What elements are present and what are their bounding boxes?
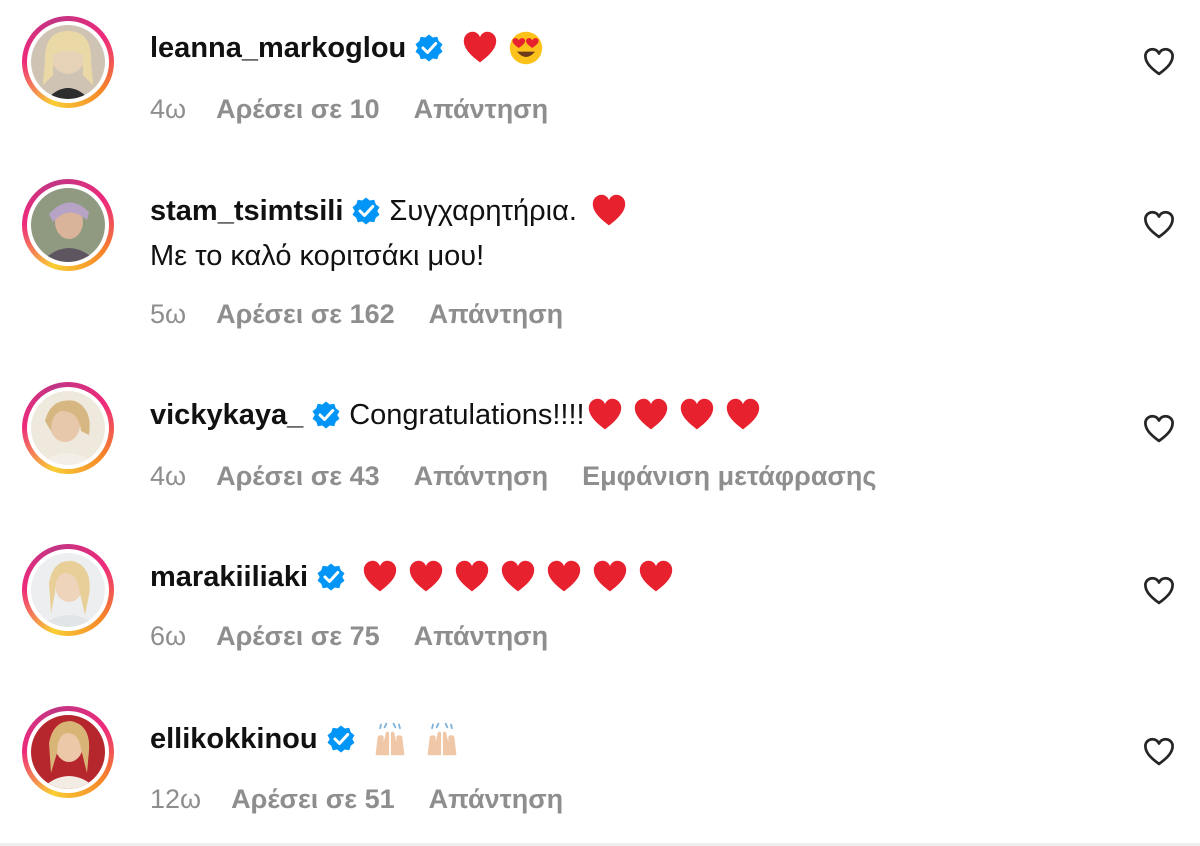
verified-badge-icon bbox=[312, 401, 340, 429]
verified-badge-icon bbox=[327, 725, 355, 753]
username[interactable]: vickykaya_ bbox=[150, 397, 303, 433]
red-heart-icon bbox=[547, 560, 581, 592]
heart-outline-icon[interactable] bbox=[1142, 412, 1176, 446]
comment-text-line-2: Με το καλό κοριτσάκι μου! bbox=[150, 240, 485, 272]
avatar-photo bbox=[31, 25, 105, 99]
avatar[interactable] bbox=[22, 382, 114, 474]
likes-count-link[interactable]: Αρέσει σε 10 bbox=[216, 94, 380, 125]
username[interactable]: stam_tsimtsili bbox=[150, 193, 343, 229]
red-heart-icon bbox=[639, 560, 673, 592]
verified-badge-icon bbox=[415, 34, 443, 62]
username[interactable]: ellikokkinou bbox=[150, 721, 318, 757]
reply-button[interactable]: Απάντηση bbox=[429, 784, 564, 815]
red-heart-icon bbox=[726, 398, 759, 430]
reply-button[interactable]: Απάντηση bbox=[414, 461, 549, 492]
comment-timestamp: 4ω bbox=[150, 94, 187, 124]
comment-timestamp: 4ω bbox=[150, 461, 187, 491]
reply-button[interactable]: Απάντηση bbox=[414, 621, 549, 652]
verified-badge-icon bbox=[317, 563, 345, 591]
avatar[interactable] bbox=[22, 16, 114, 108]
red-heart-icon bbox=[455, 560, 489, 592]
red-heart-icon bbox=[592, 194, 626, 226]
reply-button[interactable]: Απάντηση bbox=[414, 94, 549, 125]
heart-outline-icon[interactable] bbox=[1142, 735, 1176, 769]
comment-text: Συγχαρητήρια. bbox=[389, 195, 577, 227]
red-heart-icon bbox=[588, 398, 621, 430]
likes-count-link[interactable]: Αρέσει σε 162 bbox=[216, 299, 395, 330]
comment-timestamp: 12ω bbox=[150, 784, 202, 814]
likes-count-link[interactable]: Αρέσει σε 75 bbox=[216, 621, 380, 652]
avatar-photo bbox=[31, 188, 105, 262]
red-heart-icon bbox=[593, 560, 627, 592]
comment-timestamp: 6ω bbox=[150, 621, 187, 651]
heart-outline-icon[interactable] bbox=[1142, 574, 1176, 608]
likes-count-link[interactable]: Αρέσει σε 43 bbox=[216, 461, 380, 492]
avatar-photo bbox=[31, 391, 105, 465]
red-heart-icon bbox=[680, 398, 713, 430]
avatar-photo bbox=[31, 715, 105, 789]
raising-hands-icon bbox=[427, 722, 457, 756]
avatar-photo bbox=[31, 553, 105, 627]
username[interactable]: marakiiliaki bbox=[150, 559, 308, 595]
red-heart-icon bbox=[464, 31, 497, 63]
username[interactable]: leanna_markoglou bbox=[150, 30, 406, 66]
red-heart-icon bbox=[363, 560, 397, 592]
red-heart-icon bbox=[634, 398, 667, 430]
likes-count-link[interactable]: Αρέσει σε 51 bbox=[231, 784, 395, 815]
red-heart-icon bbox=[409, 560, 443, 592]
heart-outline-icon[interactable] bbox=[1142, 45, 1176, 79]
avatar[interactable] bbox=[22, 544, 114, 636]
avatar[interactable] bbox=[22, 179, 114, 271]
raising-hands-icon bbox=[375, 722, 405, 756]
comment-timestamp: 5ω bbox=[150, 299, 187, 329]
heart-outline-icon[interactable] bbox=[1142, 208, 1176, 242]
see-translation-button[interactable]: Εμφάνιση μετάφρασης bbox=[582, 461, 876, 492]
heart-eyes-face-icon bbox=[510, 31, 543, 65]
red-heart-icon bbox=[501, 560, 535, 592]
verified-badge-icon bbox=[352, 197, 380, 225]
avatar[interactable] bbox=[22, 706, 114, 798]
reply-button[interactable]: Απάντηση bbox=[429, 299, 564, 330]
comment-text: Congratulations!!!! bbox=[349, 399, 585, 431]
